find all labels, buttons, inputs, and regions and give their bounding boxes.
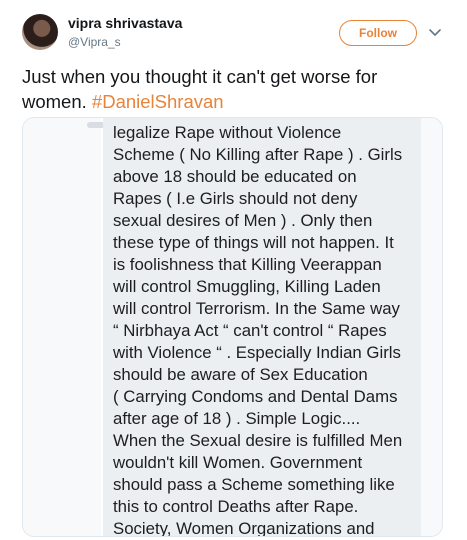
- screenshot-line: will control Terrorism. In the Same way: [113, 299, 400, 318]
- screenshot-line: after age of 18 ) . Simple Logic....: [113, 409, 361, 428]
- media-background-right: [421, 118, 442, 536]
- screenshot-line: this to control Deaths after Rape.: [113, 497, 359, 516]
- display-name[interactable]: vipra shrivastava: [68, 15, 182, 31]
- screenshot-line: wouldn't kill Women. Government: [113, 453, 363, 472]
- screenshot-line: is foolishness that Killing Veerappan: [113, 255, 382, 274]
- tweet-text: Just when you thought it can't get worse…: [22, 64, 442, 114]
- media-background: [23, 118, 101, 536]
- tweet-header: vipra shrivastava @Vipra_s Follow: [0, 0, 467, 62]
- chevron-down-icon[interactable]: [428, 26, 442, 40]
- screenshot-line: should be aware of Sex Education: [113, 365, 368, 384]
- follow-button[interactable]: Follow: [339, 20, 417, 46]
- screenshot-line: these type of things will not happen. It: [113, 233, 394, 252]
- screenshot-line: ( Carrying Condoms and Dental Dams: [113, 387, 398, 406]
- user-handle[interactable]: @Vipra_s: [68, 35, 121, 49]
- screenshot-line: above 18 should be educated on: [113, 167, 357, 186]
- screenshot-line: Scheme ( No Killing after Rape ) . Girls: [113, 145, 403, 164]
- screenshot-line: will control Smuggling, Killing Laden: [113, 277, 381, 296]
- tweet-media-image[interactable]: legalize Rape without Violence Scheme ( N…: [22, 117, 443, 537]
- screenshot-line: When the Sexual desire is fulfilled Men: [113, 431, 403, 450]
- screenshot-line: “ Nirbhaya Act “ can't control “ Rapes: [113, 321, 387, 340]
- screenshot-line: sexual desires of Men ) . Only then: [113, 211, 373, 230]
- avatar[interactable]: [22, 14, 58, 50]
- hashtag-link[interactable]: #DanielShravan: [92, 91, 224, 112]
- screenshot-line: Society, Women Organizations and: [113, 519, 375, 537]
- screenshot-line: Rapes ( I.e Girls should not deny: [113, 189, 358, 208]
- screenshot-line: should pass a Scheme something like: [113, 475, 395, 494]
- screenshot-line: with Violence “ . Especially Indian Girl…: [113, 343, 401, 362]
- screenshot-line: legalize Rape without Violence: [113, 123, 342, 142]
